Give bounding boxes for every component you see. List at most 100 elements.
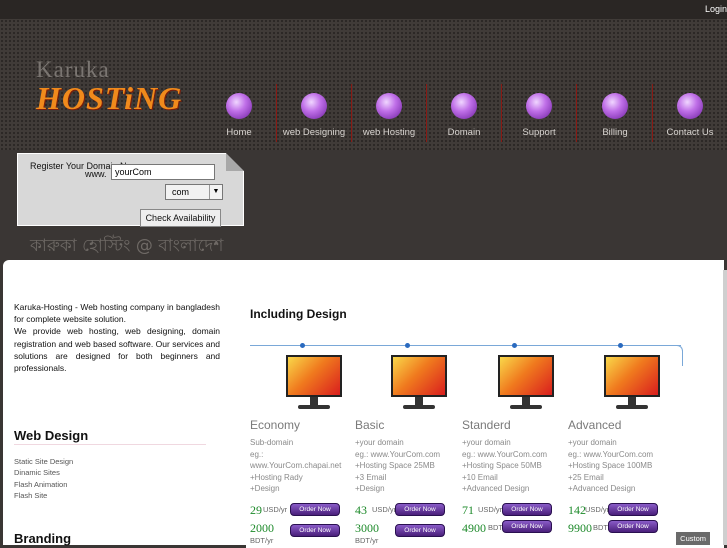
feature: eg.: www.YourCom.com — [568, 449, 654, 459]
order-now-button[interactable]: Order Now — [290, 503, 340, 516]
feature: +Hosting Space 50MB — [462, 461, 542, 470]
nav-support[interactable]: Support — [502, 83, 576, 143]
price-usd-unit: USD/yr — [372, 505, 397, 514]
nav-domain[interactable]: Domain — [427, 83, 501, 143]
price-usd: 71 — [462, 503, 474, 517]
nav-web-hosting[interactable]: web Hosting — [352, 83, 426, 143]
feature: +Advanced Design — [462, 484, 530, 493]
feature: +25 Email — [568, 472, 604, 482]
bangla-tagline: কারুকা হোস্টিং @ বাংলাদেশ — [30, 236, 224, 256]
login-link[interactable]: Login — [705, 4, 727, 14]
domain-name-input[interactable] — [111, 164, 215, 180]
nav-label: Support — [522, 127, 556, 138]
feature: www.YourCom.chapai.net — [250, 461, 342, 470]
folded-corner — [226, 153, 244, 171]
nav-billing[interactable]: Billing — [578, 83, 652, 143]
timeline-dot — [512, 343, 517, 348]
feature: +your domain — [462, 438, 511, 447]
intro-paragraph-2: We provide web hosting, web designing, d… — [14, 326, 220, 374]
feature: +Advanced Design — [568, 484, 636, 493]
timeline-end — [672, 345, 683, 366]
feature: +Hosting Space 25MB — [355, 461, 435, 470]
monitor-icon — [389, 353, 449, 413]
right-edge — [723, 270, 727, 545]
orb-icon — [226, 93, 252, 119]
timeline-dot — [405, 343, 410, 348]
tld-select[interactable]: com ▼ — [165, 184, 223, 200]
price-usd-unit: USD/yr — [263, 505, 288, 514]
nav-label: Contact Us — [666, 127, 714, 138]
nav-label: Billing — [602, 127, 628, 138]
plan-features: +your domain eg.: www.YourCom.com +Hosti… — [355, 437, 440, 495]
price-bdt-unit: BDT/yr — [250, 536, 274, 545]
monitor-icon — [284, 353, 344, 413]
price-bdt: 3000 — [355, 521, 379, 535]
list-item[interactable]: Dinamic Sites — [14, 467, 73, 478]
plan-name: Advanced — [568, 418, 622, 432]
order-now-button[interactable]: Order Now — [395, 524, 445, 537]
plan-name: Economy — [250, 418, 301, 432]
orb-icon — [451, 93, 477, 119]
orb-icon — [526, 93, 552, 119]
check-availability-button[interactable]: Check Availability — [140, 209, 221, 227]
nav-contact-us[interactable]: Contact Us — [653, 83, 727, 143]
main-content: Karuka-Hosting - Web hosting company in … — [3, 260, 724, 548]
orb-icon — [677, 93, 703, 119]
top-bar: Login — [0, 0, 727, 19]
price-bdt: 2000 — [250, 521, 274, 535]
logo-text-hosting[interactable]: HOSTiNG — [36, 80, 182, 117]
price-usd-unit: USD/yr — [585, 505, 610, 514]
intro-paragraph-1: Karuka-Hosting - Web hosting company in … — [14, 302, 220, 325]
monitor-icon — [496, 353, 556, 413]
feature: eg.: www.YourCom.com — [355, 449, 441, 459]
feature: eg.: — [250, 449, 264, 459]
timeline-line — [250, 345, 681, 346]
chevron-down-icon: ▼ — [209, 185, 222, 199]
order-now-button[interactable]: Order Now — [502, 520, 552, 533]
intro-text: Karuka-Hosting - Web hosting company in … — [14, 301, 220, 374]
monitor-icon — [602, 353, 662, 413]
divider — [14, 444, 206, 445]
web-design-heading: Web Design — [14, 428, 89, 443]
list-item[interactable]: Static Site Design — [14, 456, 73, 467]
custom-button[interactable]: Custom — [676, 532, 710, 545]
price-usd: 43 — [355, 503, 367, 517]
list-item[interactable]: Flash Animation — [14, 479, 73, 490]
feature: +your domain — [568, 438, 617, 447]
nav-label: Home — [226, 127, 252, 138]
plans-panel: Including Design Economy Sub-domain eg.:… — [246, 260, 724, 548]
feature: +your domain — [355, 438, 404, 447]
order-now-button[interactable]: Order Now — [608, 503, 658, 516]
plan-features: +your domain eg.: www.YourCom.com +Hosti… — [462, 437, 547, 495]
nav-label: Domain — [447, 127, 481, 138]
plan-features: Sub-domain eg.: www.YourCom.chapai.net +… — [250, 437, 341, 495]
plan-name: Basic — [355, 418, 385, 432]
price-bdt: 9900 — [568, 521, 592, 535]
list-item[interactable]: Flash Site — [14, 490, 73, 501]
nav-home[interactable]: Home — [202, 83, 276, 143]
feature: +Hosting Rady — [250, 472, 303, 482]
feature: Sub-domain — [250, 438, 294, 447]
order-now-button[interactable]: Order Now — [502, 503, 552, 516]
www-label: www. — [85, 169, 107, 179]
order-now-button[interactable]: Order Now — [290, 524, 340, 537]
timeline-dot — [618, 343, 623, 348]
branding-heading: Branding — [14, 531, 72, 546]
nav-web-designing[interactable]: web Designing — [277, 83, 351, 143]
domain-search-box: Register Your Domain Name www. com ▼ Che… — [17, 153, 244, 227]
web-design-list: Static Site Design Dinamic Sites Flash A… — [14, 456, 73, 501]
feature: eg.: www.YourCom.com — [462, 449, 548, 459]
price-bdt-unit: BDT/yr — [355, 536, 379, 545]
timeline-dot — [300, 343, 305, 348]
order-now-button[interactable]: Order Now — [608, 520, 658, 533]
nav-divider — [576, 84, 577, 142]
tld-selected-value: com — [172, 187, 190, 197]
plans-heading: Including Design — [250, 307, 347, 321]
orb-icon — [602, 93, 628, 119]
feature: +10 Email — [462, 472, 498, 482]
price-usd: 29 — [250, 503, 262, 517]
order-now-button[interactable]: Order Now — [395, 503, 445, 516]
orb-icon — [376, 93, 402, 119]
price-usd: 142 — [568, 503, 586, 517]
nav-label: web Hosting — [362, 127, 416, 138]
